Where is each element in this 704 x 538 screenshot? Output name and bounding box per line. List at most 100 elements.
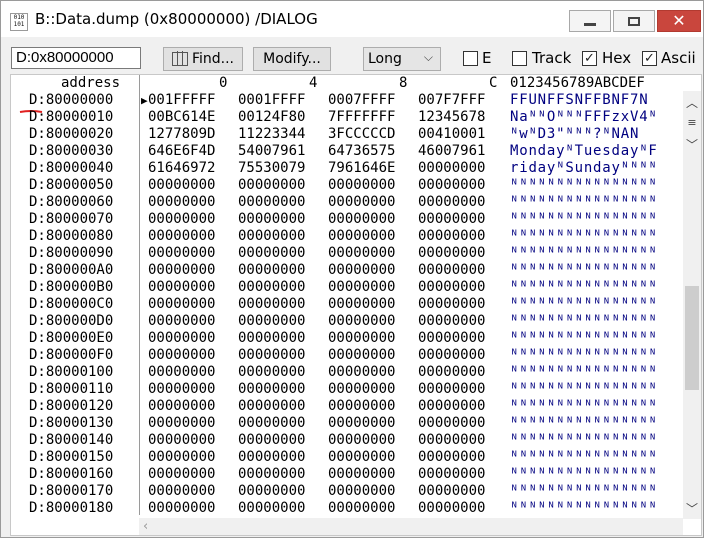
dump-row[interactable]: D:800000E0 00000000 00000000 00000000 000000… (11, 330, 683, 347)
hex-word[interactable]: 3FCCCCCD (328, 126, 395, 143)
dump-row[interactable]: D:80000070 00000000 00000000 00000000 000000… (11, 211, 683, 228)
horizontal-scrollbar[interactable]: ‹ (139, 518, 683, 535)
dump-row[interactable]: D:80000060 00000000 00000000 00000000 000000… (11, 194, 683, 211)
hex-word[interactable]: 00000000 (238, 466, 305, 483)
hex-word[interactable]: 00000000 (148, 449, 215, 466)
hex-word[interactable]: 00000000 (418, 211, 485, 228)
hex-word[interactable]: 00000000 (418, 364, 485, 381)
ascii-text[interactable]: ᴺwᴺD3"ᴺᴺᴺ?ᴺNAN (510, 126, 639, 143)
chevron-left-icon[interactable]: ‹ (143, 518, 148, 535)
dump-row[interactable]: D:800000C0 00000000 00000000 00000000 000000… (11, 296, 683, 313)
hex-word[interactable]: 00000000 (328, 381, 395, 398)
hex-word[interactable]: 00000000 (148, 313, 215, 330)
hex-word[interactable]: 00000000 (148, 211, 215, 228)
ascii-text[interactable]: NaᴺᴺOᴺᴺᴺFFFzxV4ᴺ (510, 109, 658, 126)
hex-word[interactable]: 00000000 (418, 500, 485, 517)
maximize-button[interactable] (613, 10, 655, 32)
hex-word[interactable]: 00000000 (238, 262, 305, 279)
hex-word[interactable]: 00000000 (238, 330, 305, 347)
hex-word[interactable]: 00000000 (328, 398, 395, 415)
hex-word[interactable]: 00000000 (238, 500, 305, 517)
ascii-text[interactable]: ᴺᴺᴺᴺᴺᴺᴺᴺᴺᴺᴺᴺᴺᴺᴺᴺ (510, 415, 658, 432)
hex-word[interactable]: 00000000 (148, 466, 215, 483)
hex-word[interactable]: 00000000 (238, 279, 305, 296)
hex-word[interactable]: 00000000 (418, 279, 485, 296)
find-button[interactable]: Find... (163, 47, 243, 71)
dump-row[interactable]: D:80000080 00000000 00000000 00000000 000000… (11, 228, 683, 245)
hex-word[interactable]: 00000000 (148, 177, 215, 194)
title-bar[interactable]: 010 101 B::Data.dump (0x80000000) /DIALO… (1, 1, 703, 37)
hex-word[interactable]: 75530079 (238, 160, 305, 177)
hex-word[interactable]: 00000000 (418, 262, 485, 279)
hex-word[interactable]: 00000000 (148, 483, 215, 500)
hex-word[interactable]: 00000000 (238, 449, 305, 466)
dump-row[interactable]: D:80000150 00000000 00000000 00000000 000000… (11, 449, 683, 466)
ascii-text[interactable]: ᴺᴺᴺᴺᴺᴺᴺᴺᴺᴺᴺᴺᴺᴺᴺᴺ (510, 313, 658, 330)
hex-word[interactable]: 00000000 (418, 449, 485, 466)
hex-word[interactable]: 00000000 (328, 500, 395, 517)
hex-word[interactable]: 00000000 (238, 364, 305, 381)
dump-row[interactable]: D:800000F0 00000000 00000000 00000000 000000… (11, 347, 683, 364)
hex-word[interactable]: 00000000 (148, 364, 215, 381)
ascii-checkbox[interactable]: ✓ (642, 51, 657, 66)
ascii-text[interactable]: ᴺᴺᴺᴺᴺᴺᴺᴺᴺᴺᴺᴺᴺᴺᴺᴺ (510, 466, 658, 483)
ascii-text[interactable]: ᴺᴺᴺᴺᴺᴺᴺᴺᴺᴺᴺᴺᴺᴺᴺᴺ (510, 194, 658, 211)
hex-word[interactable]: 00000000 (328, 415, 395, 432)
hex-word[interactable]: 0007FFFF (328, 92, 395, 109)
hex-word[interactable]: 00000000 (328, 330, 395, 347)
ascii-text[interactable]: ᴺᴺᴺᴺᴺᴺᴺᴺᴺᴺᴺᴺᴺᴺᴺᴺ (510, 398, 658, 415)
hex-word[interactable]: 0001FFFF (238, 92, 305, 109)
hex-word[interactable]: 00000000 (328, 449, 395, 466)
dump-row[interactable]: D:80000030 646E6F4D 54007961 64736575 460079… (11, 143, 683, 160)
hex-word[interactable]: 00000000 (238, 177, 305, 194)
hex-word[interactable]: 00000000 (238, 415, 305, 432)
hex-word[interactable]: 00000000 (418, 381, 485, 398)
hex-word[interactable]: 00000000 (418, 415, 485, 432)
dump-row[interactable]: D:80000010 00BC614E 00124F80 7FFFFFFF 123456… (11, 109, 683, 126)
hex-word[interactable]: 00000000 (238, 245, 305, 262)
hex-word[interactable]: 00000000 (148, 228, 215, 245)
minimize-button[interactable] (569, 10, 611, 32)
hex-word[interactable]: 00000000 (328, 262, 395, 279)
hex-word[interactable]: 001FFFFF (148, 92, 215, 109)
hex-word[interactable]: 00000000 (328, 296, 395, 313)
dump-row[interactable]: D:80000050 00000000 00000000 00000000 000000… (11, 177, 683, 194)
hex-word[interactable]: 00000000 (328, 347, 395, 364)
chevron-down-icon[interactable]: ﹀ (683, 499, 701, 517)
format-select[interactable]: Long ⌵ (363, 47, 441, 71)
hex-word[interactable]: 00000000 (238, 347, 305, 364)
page-up-icon[interactable]: ≡ (683, 113, 701, 131)
dump-row[interactable]: D:800000A0 00000000 00000000 00000000 000000… (11, 262, 683, 279)
hex-word[interactable]: 00000000 (328, 194, 395, 211)
ascii-text[interactable]: ᴺᴺᴺᴺᴺᴺᴺᴺᴺᴺᴺᴺᴺᴺᴺᴺ (510, 432, 658, 449)
hex-word[interactable]: 00000000 (238, 228, 305, 245)
ascii-text[interactable]: ᴺᴺᴺᴺᴺᴺᴺᴺᴺᴺᴺᴺᴺᴺᴺᴺ (510, 262, 658, 279)
hex-word[interactable]: 00000000 (148, 296, 215, 313)
dump-row[interactable]: D:80000020 1277809D 11223344 3FCCCCCD 004100… (11, 126, 683, 143)
hex-word[interactable]: 00000000 (328, 245, 395, 262)
ascii-text[interactable]: ᴺᴺᴺᴺᴺᴺᴺᴺᴺᴺᴺᴺᴺᴺᴺᴺ (510, 347, 658, 364)
dump-row[interactable]: D:800000B0 00000000 00000000 00000000 000000… (11, 279, 683, 296)
dump-view[interactable]: address 0 4 8 C 0123456789ABCDEF D:80000… (10, 74, 702, 536)
dump-row[interactable]: D:80000040 61646972 75530079 7961646E 000000… (11, 160, 683, 177)
ascii-text[interactable]: MondayᴺTuesdayᴺF (510, 143, 658, 160)
hex-word[interactable]: 12345678 (418, 109, 485, 126)
hex-word[interactable]: 00000000 (418, 160, 485, 177)
hex-word[interactable]: 00000000 (418, 313, 485, 330)
e-checkbox[interactable] (463, 51, 478, 66)
app-icon[interactable]: 010 101 (10, 13, 28, 31)
scrollbar-thumb[interactable] (685, 286, 699, 390)
ascii-text[interactable]: ᴺᴺᴺᴺᴺᴺᴺᴺᴺᴺᴺᴺᴺᴺᴺᴺ (510, 449, 658, 466)
ascii-text[interactable]: ᴺᴺᴺᴺᴺᴺᴺᴺᴺᴺᴺᴺᴺᴺᴺᴺ (510, 330, 658, 347)
hex-word[interactable]: 00000000 (238, 211, 305, 228)
chevron-down-icon[interactable]: ﹀ (683, 135, 701, 153)
hex-word[interactable]: 007F7FFF (418, 92, 485, 109)
dump-row[interactable]: D:800000D0 00000000 00000000 00000000 000000… (11, 313, 683, 330)
track-checkbox[interactable] (512, 51, 527, 66)
hex-word[interactable]: 00000000 (148, 279, 215, 296)
hex-word[interactable]: 00000000 (418, 177, 485, 194)
hex-word[interactable]: 00000000 (328, 177, 395, 194)
hex-word[interactable]: 00000000 (328, 279, 395, 296)
vertical-scrollbar[interactable]: ︿ ≡ ﹀ ﹀ (683, 91, 701, 519)
ascii-text[interactable]: ᴺᴺᴺᴺᴺᴺᴺᴺᴺᴺᴺᴺᴺᴺᴺᴺ (510, 500, 658, 517)
